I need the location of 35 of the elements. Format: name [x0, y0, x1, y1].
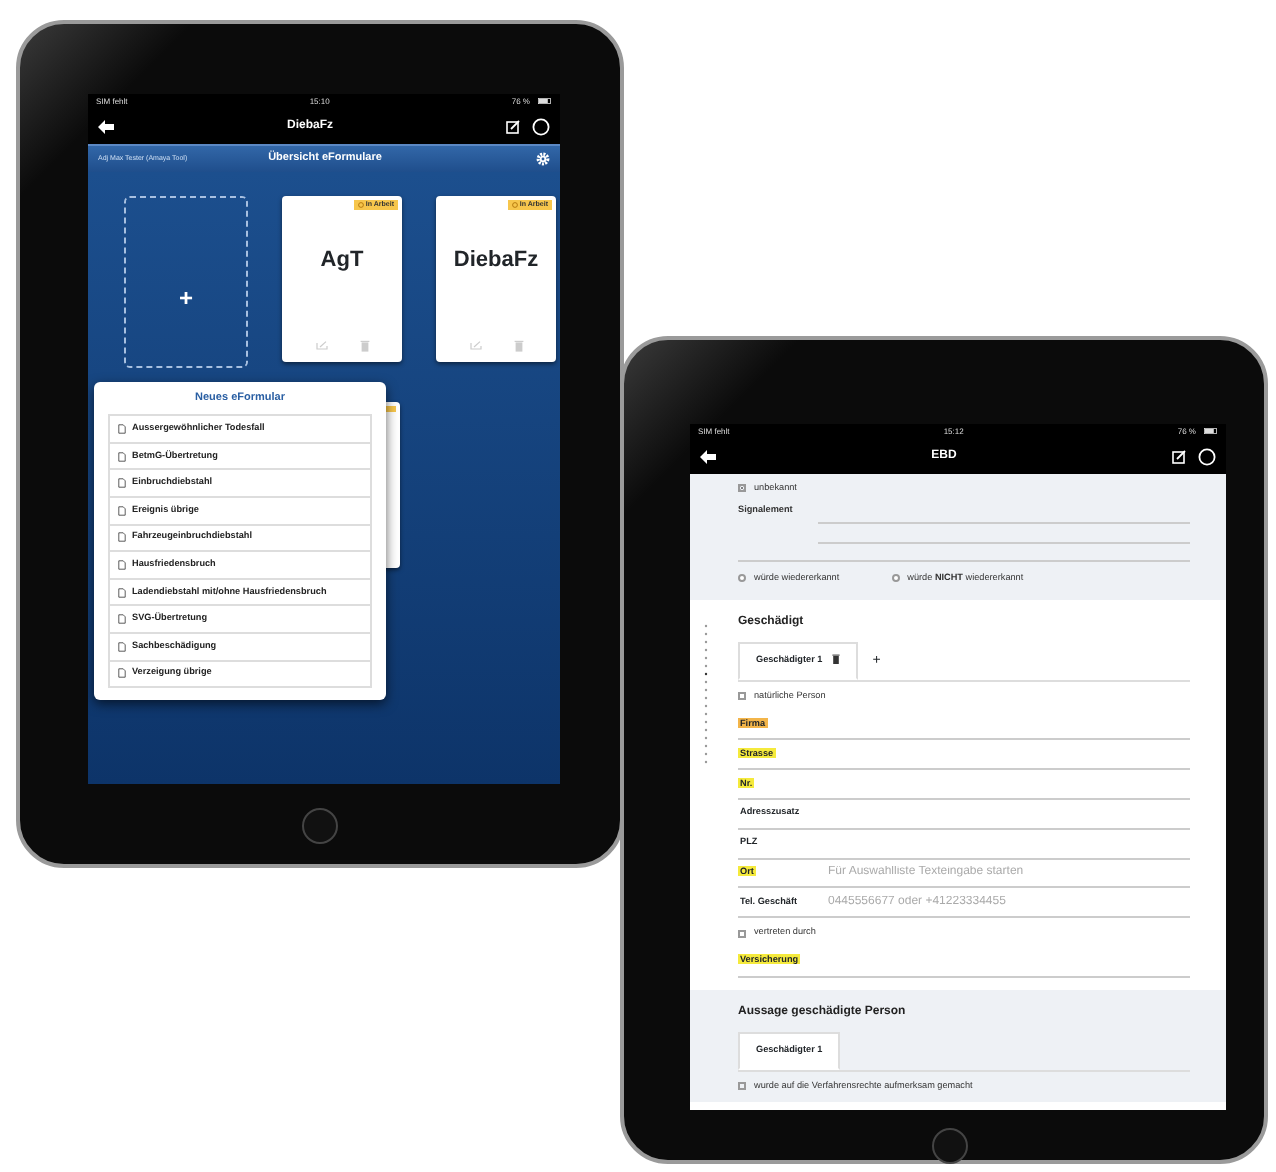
document-icon	[118, 478, 126, 489]
battery-icon	[1204, 428, 1218, 434]
battery-icon	[538, 98, 552, 104]
form-title: DiebaFz	[453, 246, 539, 277]
radio-button[interactable]	[738, 574, 746, 583]
circle-icon[interactable]	[1198, 447, 1216, 465]
share-icon[interactable]	[469, 340, 481, 350]
form-title: AgT	[320, 246, 364, 277]
settings-icon[interactable]	[536, 152, 550, 166]
home-button[interactable]	[932, 1128, 968, 1164]
document-icon	[118, 668, 126, 679]
trash-icon[interactable]	[832, 654, 841, 665]
document-icon	[118, 587, 126, 598]
share-icon[interactable]	[315, 340, 327, 350]
document-icon	[118, 641, 126, 652]
back-arrow-icon[interactable]	[98, 119, 114, 133]
document-icon	[118, 505, 126, 516]
document-icon	[118, 560, 126, 571]
clock-icon	[511, 201, 518, 208]
checkbox[interactable]	[738, 1082, 746, 1091]
edit-icon[interactable]	[506, 119, 520, 133]
edit-icon[interactable]	[1172, 449, 1186, 463]
checkbox[interactable]	[738, 484, 746, 493]
document-icon	[118, 614, 126, 625]
document-icon	[118, 532, 126, 543]
radio-button[interactable]	[891, 574, 900, 583]
add-form-card[interactable]: +	[124, 196, 248, 368]
clock-icon	[357, 201, 364, 208]
checkbox[interactable]	[738, 692, 746, 701]
plus-label: +	[178, 286, 193, 310]
back-arrow-icon[interactable]	[700, 449, 716, 463]
checkbox[interactable]	[738, 929, 746, 938]
document-icon	[118, 424, 126, 435]
circle-icon[interactable]	[532, 117, 550, 135]
document-icon	[118, 451, 126, 462]
